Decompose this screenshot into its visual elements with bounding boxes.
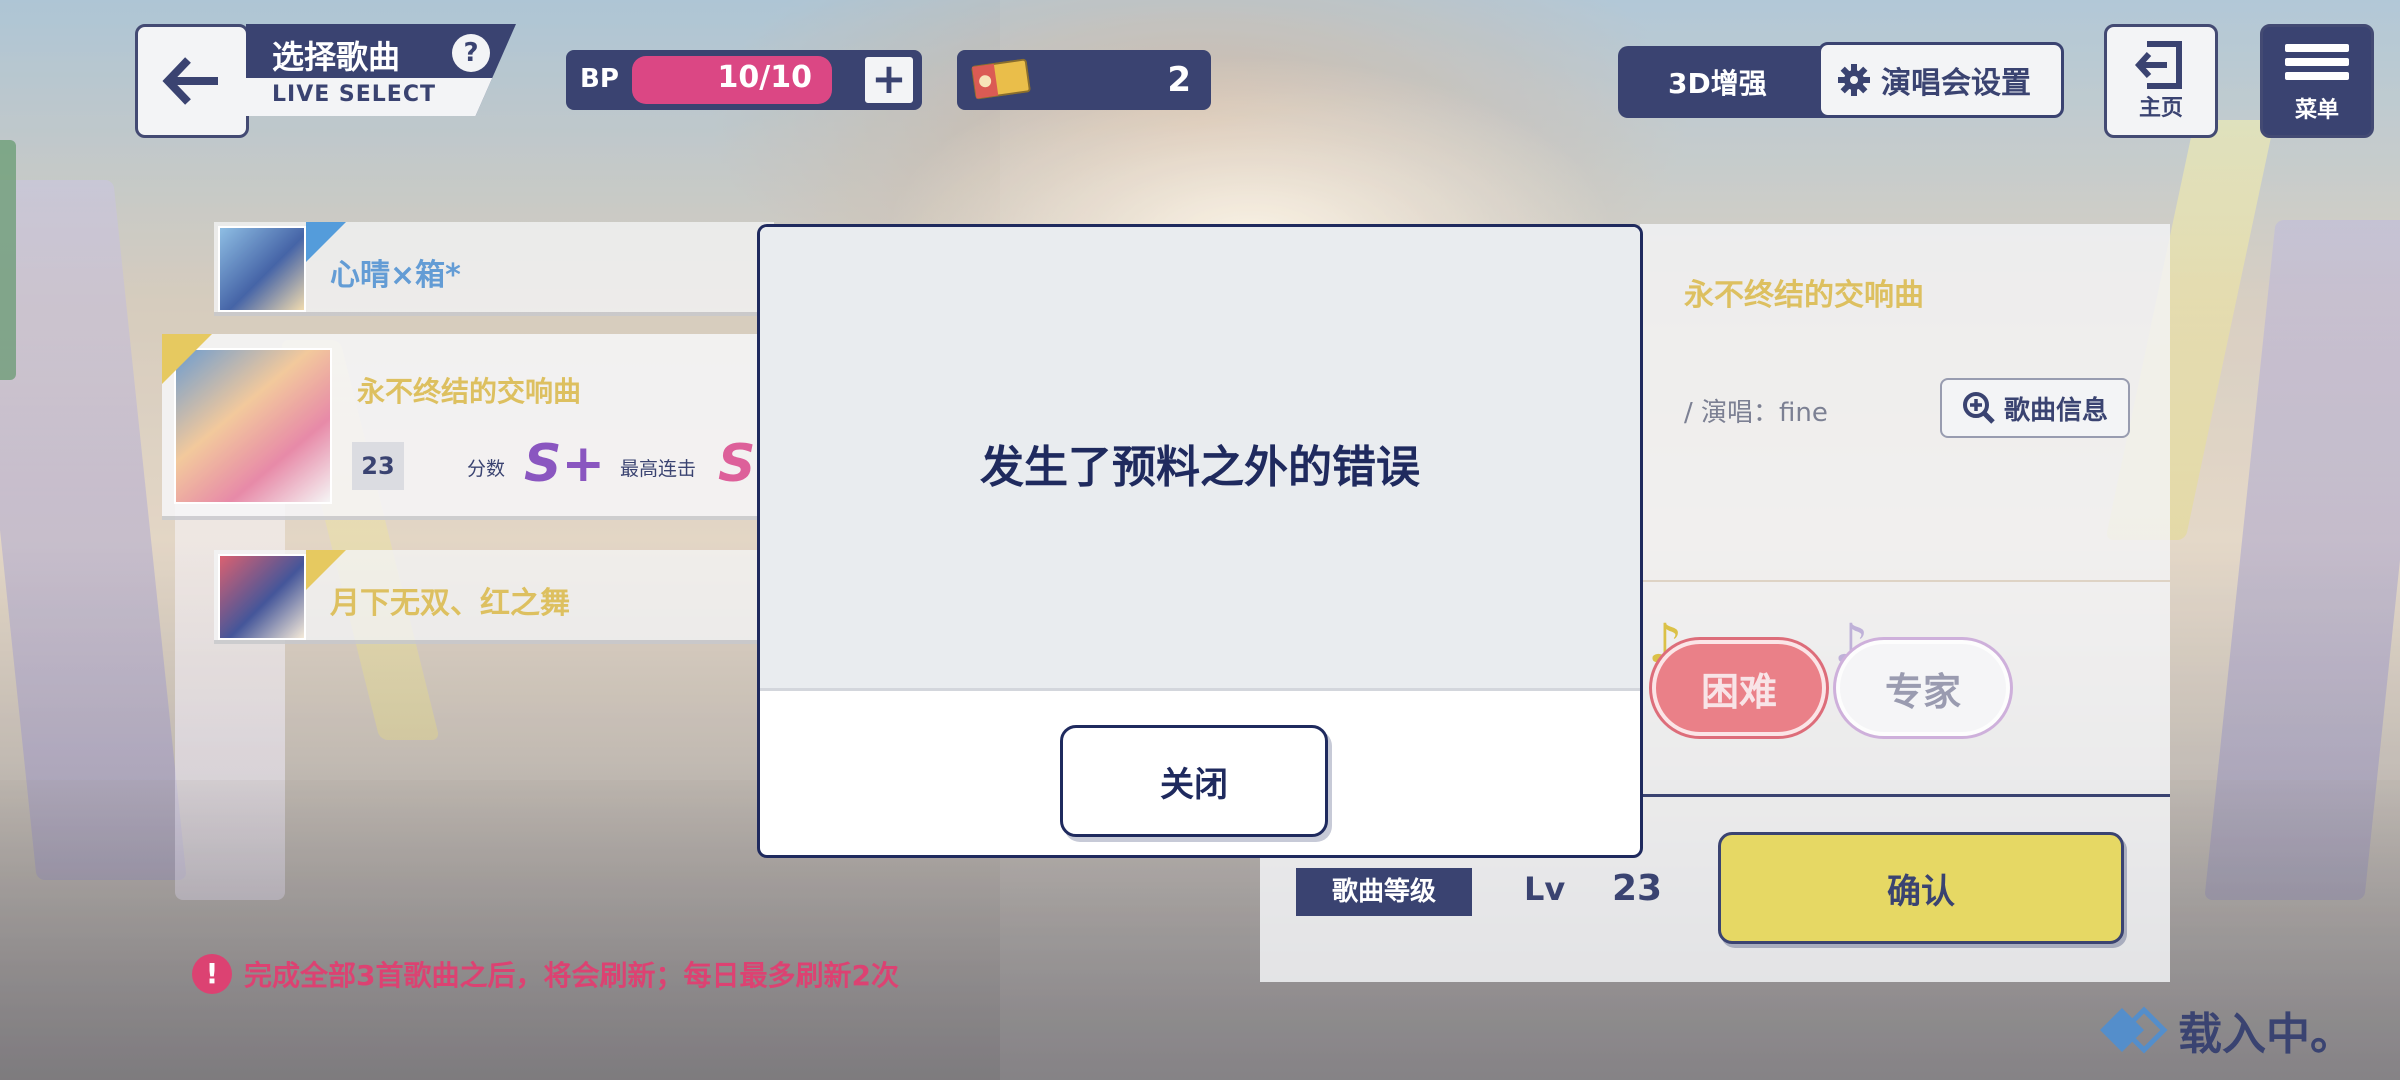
error-message: 发生了预料之外的错误 bbox=[980, 442, 1420, 493]
error-dialog: 发生了预料之外的错误 关闭 bbox=[757, 224, 1643, 858]
dialog-message-area: 发生了预料之外的错误 bbox=[760, 227, 1640, 691]
close-button[interactable]: 关闭 bbox=[1060, 725, 1328, 837]
